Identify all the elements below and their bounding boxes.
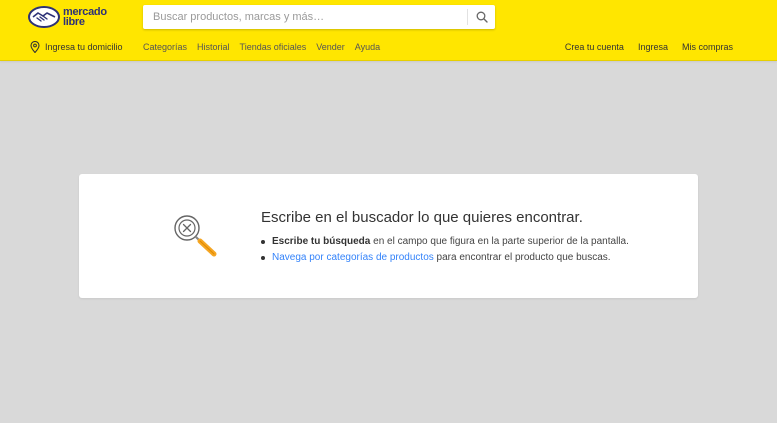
top-header: mercado libre Ingresa tu domicilio Categ…	[0, 0, 777, 61]
tips-list: Escribe tu búsqueda en el campo que figu…	[261, 236, 629, 268]
bullet	[261, 239, 265, 244]
search-bar	[143, 5, 495, 29]
logo-wordmark: mercado libre	[63, 7, 107, 28]
tip1-text: en el campo que figura en la parte super…	[370, 236, 629, 247]
nav-tiendas-oficiales[interactable]: Tiendas oficiales	[240, 42, 307, 52]
browse-categories-link[interactable]: Navega por categorías de productos	[272, 252, 434, 263]
logo-line-2: libre	[63, 16, 85, 28]
nav-vender[interactable]: Vender	[316, 42, 345, 52]
nav-historial[interactable]: Historial	[197, 42, 230, 52]
search-icon	[476, 11, 488, 23]
search-button[interactable]	[469, 5, 495, 29]
magnifier-with-x-icon	[172, 212, 220, 265]
main-nav: Categorías Historial Tiendas oficiales V…	[143, 42, 390, 52]
tip-item: Escribe tu búsqueda en el campo que figu…	[261, 236, 629, 247]
nav-ayuda[interactable]: Ayuda	[355, 42, 380, 52]
mercado-libre-logo[interactable]: mercado libre	[28, 4, 107, 30]
address-label: Ingresa tu domicilio	[45, 42, 123, 52]
search-input[interactable]	[143, 5, 467, 29]
my-purchases-link[interactable]: Mis compras	[682, 42, 733, 52]
tip1-bold: Escribe tu búsqueda	[272, 236, 371, 247]
nav-categorias[interactable]: Categorías	[143, 42, 187, 52]
bullet	[261, 255, 265, 260]
handshake-logo-icon	[28, 6, 60, 28]
empty-state-title: Escribe en el buscador lo que quieres en…	[261, 209, 583, 226]
login-link[interactable]: Ingresa	[638, 42, 668, 52]
account-nav: Crea tu cuenta Ingresa Mis compras	[551, 42, 733, 52]
address-selector[interactable]: Ingresa tu domicilio	[30, 41, 123, 53]
search-divider	[467, 9, 468, 25]
tip2-text: para encontrar el producto que buscas.	[433, 252, 611, 263]
location-pin-icon	[30, 41, 40, 53]
tip-item: Navega por categorías de productos para …	[261, 252, 629, 263]
empty-search-card: Escribe en el buscador lo que quieres en…	[79, 174, 698, 298]
create-account-link[interactable]: Crea tu cuenta	[565, 42, 624, 52]
